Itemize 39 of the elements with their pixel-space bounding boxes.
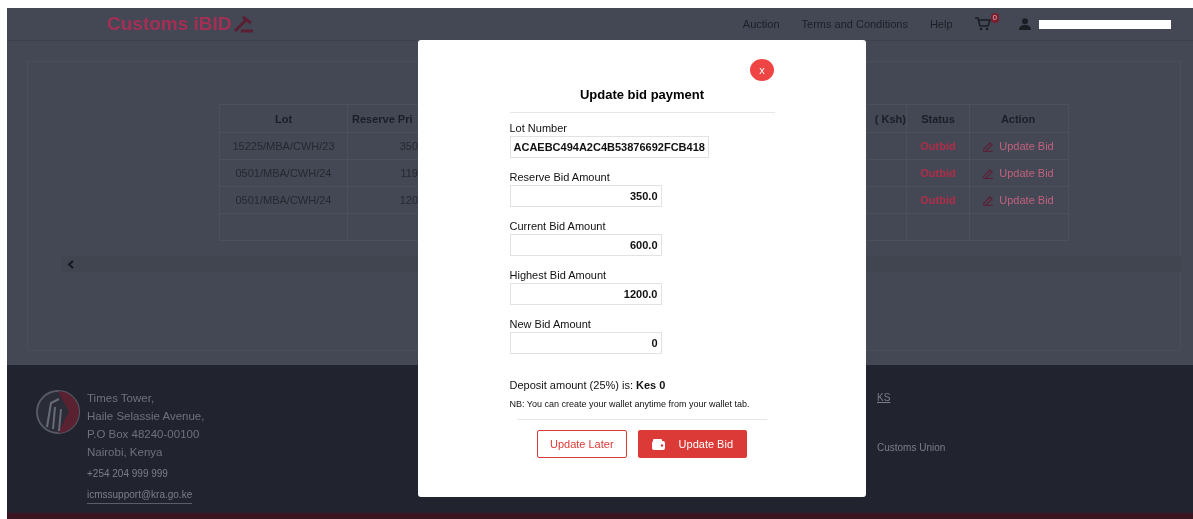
address-line: P.O Box 48240-00100	[87, 427, 201, 442]
deposit-text: Deposit amount (25%) is: Kes 0	[509, 379, 667, 391]
field-label: New Bid Amount	[509, 318, 592, 330]
status-text: Outbid	[907, 160, 970, 186]
pencil-icon	[982, 140, 995, 152]
input-field[interactable]: 350.0	[509, 185, 662, 207]
status-text: Outbid	[907, 187, 970, 213]
cart-icon[interactable]	[974, 17, 991, 31]
update-bid-link[interactable]: Update Bid	[982, 194, 1054, 206]
update-later-button[interactable]: Update Later	[536, 430, 627, 458]
note-text: NB: You can create your wallet anytime from your wallet tab.	[509, 399, 751, 409]
field-label: Highest Bid Amount	[509, 269, 608, 281]
close-button[interactable]: x	[750, 59, 774, 81]
address-line: Times Tower,	[87, 391, 156, 406]
input-field[interactable]: 1200.0	[509, 283, 662, 305]
address-line: Haile Selassie Avenue,	[87, 409, 205, 424]
pencil-icon	[982, 194, 995, 206]
phone-number: +254 204 999 999	[87, 467, 169, 481]
wallet-icon	[651, 438, 665, 450]
gavel-icon	[232, 15, 255, 33]
field-label: Reserve Bid Amount	[509, 171, 611, 183]
status-text: Outbid	[907, 133, 970, 159]
scroll-left-icon[interactable]	[67, 259, 74, 269]
footer-link[interactable]: KS	[877, 392, 946, 403]
field-label: Current Bid Amount	[509, 220, 607, 232]
cart-count-badge: 0	[990, 13, 999, 23]
footer-link[interactable]: Customs Union	[877, 442, 946, 453]
update-bid-link[interactable]: Update Bid	[982, 140, 1054, 152]
pencil-icon	[982, 167, 995, 179]
update-bid-link[interactable]: Update Bid	[982, 167, 1054, 179]
field-label: Lot Number	[509, 122, 568, 134]
input-field[interactable]: ACAEBC494A2C4B53876692FCB418	[509, 136, 709, 158]
input-field[interactable]: 600.0	[509, 234, 662, 256]
email-link[interactable]: icmssupport@kra.go.ke	[87, 486, 193, 504]
address-line: Nairobi, Kenya	[87, 445, 164, 460]
input-field[interactable]: 0	[509, 332, 662, 354]
user-icon[interactable]	[1019, 18, 1031, 30]
update-bid-button[interactable]: Update Bid	[637, 430, 747, 458]
modal-title: Update bid payment	[509, 87, 775, 113]
